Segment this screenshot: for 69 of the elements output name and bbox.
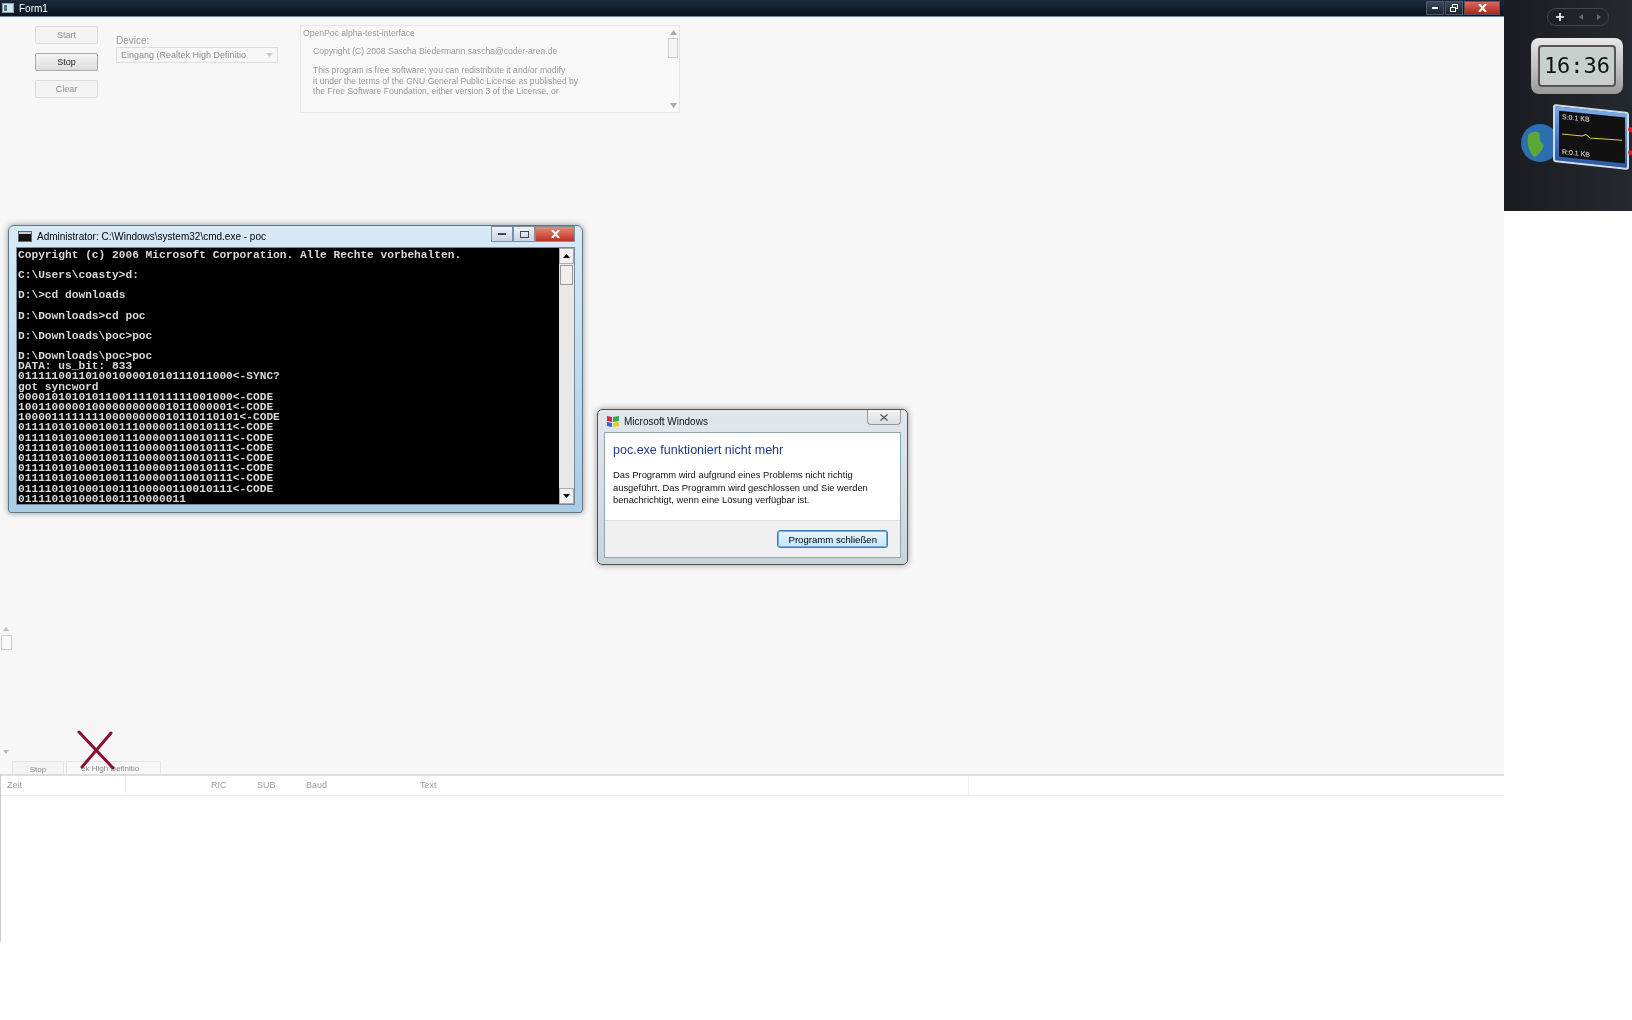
scroll-thumb[interactable]	[560, 264, 573, 285]
close-icon	[1477, 4, 1487, 12]
console-line: 01111010100010011100000110010111<-CODE	[18, 483, 275, 494]
console-line: got syncword	[18, 381, 100, 392]
column-header[interactable]: SUB	[251, 776, 300, 795]
console-line: 01111010100010011100000110010111<-CODE	[18, 463, 275, 474]
restore-icon	[1450, 4, 1458, 12]
close-program-button[interactable]: Programm schließen	[777, 530, 888, 548]
scroll-down-icon	[3, 750, 9, 754]
dropdown-arrow-icon	[266, 53, 273, 57]
console-line: C:\Users\coasty>d:	[18, 270, 140, 281]
form-button[interactable]: Stop	[35, 53, 98, 71]
console-line: DATA: us_bit: 833	[18, 361, 133, 372]
window-icon	[2, 3, 14, 13]
window-title: Form1	[19, 2, 48, 14]
console-icon	[18, 230, 32, 242]
dialog-heading: poc.exe funktioniert nicht mehr	[613, 443, 785, 457]
console-line: 01111010100010011100000110010111<-CODE	[18, 442, 275, 453]
minimize-button[interactable]	[491, 226, 513, 242]
minimize-icon	[1432, 7, 1438, 9]
console-line: 10011000001000000000001011000001<-CODE	[18, 401, 275, 413]
license-line: OpenPoc alpha-test-interface	[303, 28, 416, 39]
scroll-thumb[interactable]	[668, 38, 678, 58]
console-line: 01111010100010011100000110010111<-CODE	[18, 422, 275, 433]
column-header[interactable]: RIC	[205, 776, 251, 795]
dialog-message: Das Programm wird aufgrund eines Problems nicht richtig ausgeführt. Das Programm wird geschlossen und Sie werden benachrichtigt, wenn eine Lösung verfügbar ist.	[613, 469, 869, 507]
console-line: 100001111111100000000010110110101<-CODE	[18, 412, 281, 423]
arrows-icon	[1578, 14, 1601, 20]
clock-time: 16:36	[1538, 45, 1616, 87]
scroll-up-icon	[563, 253, 570, 258]
column-header[interactable]: Baud	[300, 776, 414, 795]
window-title: Administrator: C:\Windows\system32\cmd.exe - poc	[37, 230, 266, 242]
maximize-button[interactable]	[513, 226, 535, 242]
close-button[interactable]	[1464, 1, 1500, 15]
scroll-thumb[interactable]	[0, 635, 12, 650]
close-icon	[880, 413, 888, 421]
column-header[interactable]: Text	[414, 776, 969, 795]
console-line: 00001010101011001111011111001000<-CODE	[18, 391, 275, 402]
add-icon	[1555, 13, 1564, 21]
console-line: D:\Downloads>cd poc	[18, 310, 147, 321]
scroll-up-icon	[3, 627, 9, 631]
ghost-button[interactable]: Stop	[12, 761, 64, 774]
device-label: Device:	[116, 35, 151, 46]
console-line: D:\>cd downloads	[18, 290, 127, 301]
console-line: 01111010100010011100000110010111<-CODE	[18, 473, 275, 484]
console-line: 0111101010001001110000011	[18, 493, 187, 504]
license-line: the Free Software Foundation, either version 3 of the License, or	[312, 86, 560, 97]
console-line: 01111010100010011100000110010111<-CODE	[18, 453, 275, 464]
minimize-button[interactable]	[1426, 1, 1444, 15]
console-line: D:\Downloads\poc>poc	[18, 350, 154, 362]
restore-button[interactable]	[1445, 1, 1463, 15]
close-icon	[550, 230, 560, 238]
close-button[interactable]	[535, 226, 575, 242]
console-line: 01111010100010011100000110010111<-CODE	[18, 432, 275, 443]
minimize-icon	[498, 233, 506, 235]
scroll-down-icon	[563, 494, 570, 498]
dialog-title: Microsoft Windows	[624, 415, 708, 427]
scrollbar[interactable]	[559, 247, 574, 504]
scroll-down-icon	[669, 103, 677, 108]
console-line: Copyright (c) 2006 Microsoft Corporation. Alle Rechte vorbehalten.	[18, 249, 463, 261]
console-line: D:\Downloads\poc>poc	[18, 330, 154, 341]
license-line: Copyright (C) 2008 Sascha Biedermann sascha@coder-area.de	[312, 45, 559, 56]
close-button[interactable]	[867, 410, 901, 425]
scroll-up-icon	[669, 30, 677, 35]
console-line: 01111100110100100001010111011000<-SYNC?	[18, 371, 281, 382]
maximize-icon	[519, 230, 529, 238]
license-line: it under the terms of the GNU General Public License as published by	[312, 75, 580, 86]
license-line: This program is free software: you can redistribute it and/or modify	[312, 65, 567, 76]
traffic-graph	[1562, 130, 1622, 144]
